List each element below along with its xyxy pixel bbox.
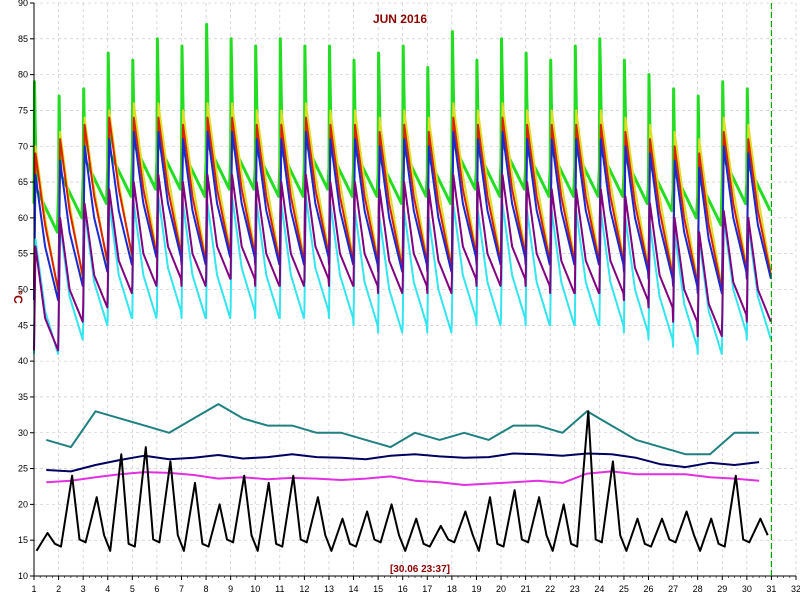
y-axis-label: °C	[11, 290, 25, 304]
x-tick-label: 24	[594, 584, 604, 594]
y-tick-label: 10	[18, 571, 28, 581]
y-tick-label: 80	[18, 70, 28, 80]
x-tick-label: 2	[56, 584, 61, 594]
x-tick-label: 16	[398, 584, 408, 594]
x-tick-label: 15	[373, 584, 383, 594]
y-tick-label: 85	[18, 34, 28, 44]
x-tick-label: 5	[130, 584, 135, 594]
x-tick-label: 13	[324, 584, 334, 594]
y-tick-label: 25	[18, 464, 28, 474]
x-tick-label: 23	[570, 584, 580, 594]
x-tick-label: 31	[766, 584, 776, 594]
x-tick-label: 30	[742, 584, 752, 594]
x-tick-label: 10	[250, 584, 260, 594]
x-tick-label: 14	[349, 584, 359, 594]
x-tick-label: 26	[644, 584, 654, 594]
x-tick-label: 22	[545, 584, 555, 594]
x-tick-label: 11	[275, 584, 284, 594]
x-tick-label: 21	[521, 584, 531, 594]
x-tick-label: 28	[693, 584, 703, 594]
x-tick-label: 20	[496, 584, 506, 594]
x-tick-label: 27	[668, 584, 678, 594]
x-tick-label: 9	[228, 584, 233, 594]
x-tick-label: 18	[447, 584, 457, 594]
y-tick-label: 65	[18, 177, 28, 187]
y-tick-label: 70	[18, 141, 28, 151]
y-tick-label: 60	[18, 213, 28, 223]
x-tick-label: 19	[471, 584, 481, 594]
y-tick-label: 20	[18, 499, 28, 509]
x-tick-label: 25	[619, 584, 629, 594]
y-tick-label: 45	[18, 320, 28, 330]
x-tick-label: 8	[204, 584, 209, 594]
x-tick-label: 3	[81, 584, 86, 594]
x-tick-label: 6	[154, 584, 159, 594]
x-tick-label: 32	[791, 584, 800, 594]
x-tick-label: 4	[105, 584, 110, 594]
y-tick-label: 35	[18, 392, 28, 402]
x-tick-label: 12	[299, 584, 309, 594]
x-tick-label: 17	[422, 584, 432, 594]
y-tick-label: 40	[18, 356, 28, 366]
timestamp-label: [30.06 23:37]	[390, 564, 450, 575]
chart-title: JUN 2016	[373, 12, 427, 26]
y-tick-label: 15	[18, 535, 28, 545]
y-tick-label: 90	[18, 0, 28, 8]
y-tick-label: 75	[18, 105, 28, 115]
temperature-chart: 10152025303540455055606570758085901 2 3 4 5 6…	[0, 0, 800, 600]
x-tick-label: 1	[31, 584, 36, 594]
x-tick-label: 29	[717, 584, 727, 594]
y-tick-label: 55	[18, 249, 28, 259]
chart-background	[0, 0, 800, 600]
x-tick-label: 7	[179, 584, 184, 594]
y-tick-label: 30	[18, 428, 28, 438]
